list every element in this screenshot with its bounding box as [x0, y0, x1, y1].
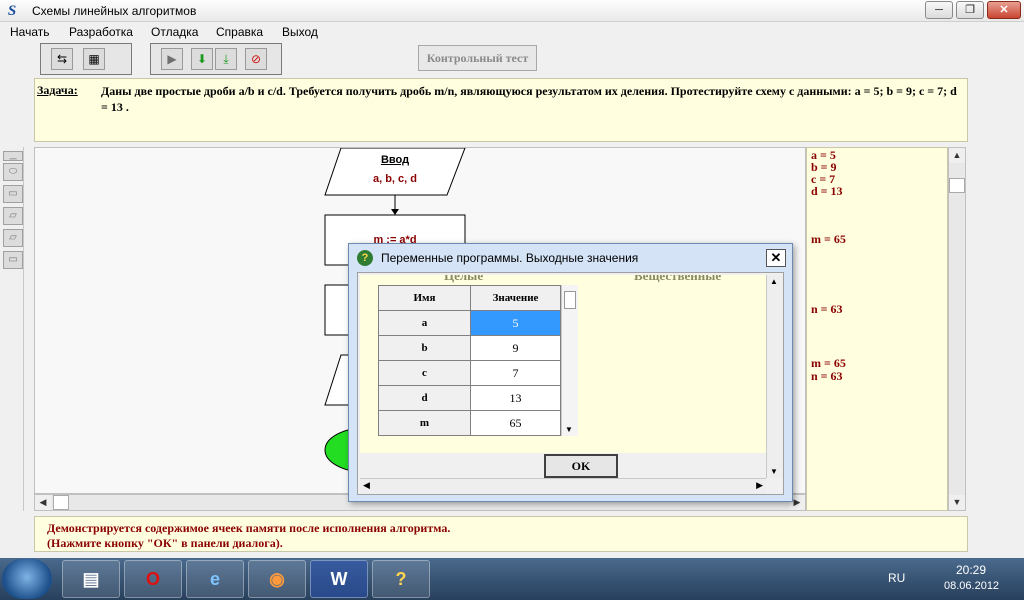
explorer-icon[interactable]: ▤ [62, 560, 120, 598]
stop-icon[interactable]: ⊘ [245, 48, 267, 70]
dialog-horizontal-scrollbar[interactable]: ◀ ▶ [360, 478, 766, 494]
task-label: Задача: [37, 83, 78, 97]
table-header-row: Имя Значение [378, 285, 561, 311]
trace-m: m = 65 [811, 232, 846, 246]
row-name: b [378, 335, 471, 361]
edit-properties-icon[interactable]: ⇆ [51, 48, 73, 70]
scroll-down-icon[interactable]: ▼ [949, 495, 965, 510]
clock-date[interactable]: 08.06.2012 [944, 580, 999, 592]
table-row[interactable]: d 13 [378, 385, 561, 411]
edit-tool-group: ⇆ ▦ [40, 43, 132, 75]
scroll-thumb-v[interactable] [949, 178, 965, 193]
palette-process-icon[interactable]: ▭ [3, 185, 23, 203]
memory-trace-panel: a = 5 b = 9 c = 7 d = 13 m = 65 n = 63 m… [806, 147, 948, 511]
dialog-scroll-left-icon[interactable]: ◀ [363, 480, 370, 491]
step-over-icon[interactable]: ⤓ [215, 48, 237, 70]
palette-input-icon[interactable]: ▱ [3, 207, 23, 225]
status-line-1: Демонстрируется содержимое ячеек памяти … [47, 521, 451, 535]
scroll-up-icon[interactable]: ▲ [949, 148, 965, 163]
menu-item-exit[interactable]: Выход [282, 25, 318, 39]
variables-table: Имя Значение a 5 b 9 c 7 d 13 m 65 [378, 285, 561, 436]
window-title: Схемы линейных алгоритмов [32, 4, 197, 18]
palette-terminal-icon[interactable]: ⬭ [3, 163, 23, 181]
app-icon: S [7, 3, 17, 19]
row-name: a [378, 310, 471, 336]
row-value[interactable]: 65 [470, 410, 561, 436]
variables-dialog: ? Переменные программы. Выходные значени… [348, 243, 793, 502]
control-test-button[interactable]: Контрольный тест [418, 45, 537, 71]
column-header-value: Значение [470, 285, 561, 311]
dialog-title-bar: ? Переменные программы. Выходные значени… [349, 244, 792, 272]
task-panel: Задача: Даны две простые дроби a/b и c/d… [34, 78, 968, 142]
dialog-scroll-up-icon[interactable]: ▲ [770, 277, 778, 286]
task-text: Даны две простые дроби a/b и c/d. Требуе… [101, 84, 957, 114]
menu-item-develop[interactable]: Разработка [69, 25, 133, 39]
delete-icon[interactable]: ▦ [83, 48, 105, 70]
close-button[interactable]: ✕ [987, 1, 1021, 19]
menu-bar: Начать Разработка Отладка Справка Выход [0, 23, 1024, 41]
language-indicator[interactable]: RU [888, 571, 905, 585]
group-integers-label: Целые [444, 275, 484, 283]
title-bar: S Схемы линейных алгоритмов ─ ❐ ✕ [0, 0, 1024, 22]
step-into-icon[interactable]: ⬇ [191, 48, 213, 70]
row-value[interactable]: 9 [470, 335, 561, 361]
palette-end-icon[interactable]: ▭ [3, 251, 23, 269]
row-value[interactable]: 5 [470, 310, 561, 336]
row-value[interactable]: 7 [470, 360, 561, 386]
dialog-close-button[interactable]: ✕ [766, 249, 786, 267]
dialog-scroll-down-icon[interactable]: ▼ [770, 467, 778, 476]
row-name: c [378, 360, 471, 386]
status-line-2: (Нажмите кнопку "ОК" в панели диалога). [47, 536, 283, 550]
start-button[interactable] [2, 559, 52, 599]
dialog-vertical-scrollbar[interactable]: ▲ ▼ [766, 275, 783, 478]
trace-n-final: n = 63 [811, 369, 843, 383]
ok-button[interactable]: OK [544, 454, 618, 478]
table-row[interactable]: m 65 [378, 410, 561, 436]
table-scroll-down-icon[interactable]: ▼ [565, 425, 573, 434]
menu-item-start[interactable]: Начать [10, 25, 50, 39]
firefox-icon[interactable]: ◉ [248, 560, 306, 598]
table-scroll-thumb[interactable] [564, 291, 576, 309]
table-row[interactable]: c 7 [378, 360, 561, 386]
shape-palette: ─ ⬭ ▭ ▱ ▱ ▭ [0, 147, 24, 511]
internet-explorer-icon[interactable]: e [186, 560, 244, 598]
dialog-title: Переменные программы. Выходные значения [381, 251, 639, 265]
minimize-button[interactable]: ─ [925, 1, 953, 19]
scroll-thumb[interactable] [53, 495, 69, 510]
word-icon[interactable]: W [310, 560, 368, 598]
menu-item-help[interactable]: Справка [216, 25, 263, 39]
dialog-scroll-right-icon[interactable]: ▶ [756, 480, 763, 491]
input-vars: a, b, c, d [372, 173, 417, 185]
row-value[interactable]: 13 [470, 385, 561, 411]
dialog-content: Целые Вещественные Имя Значение a 5 b 9 [360, 275, 766, 453]
trace-vertical-scrollbar[interactable]: ▲ ▼ [948, 147, 966, 511]
trace-n: n = 63 [811, 302, 843, 316]
table-scrollbar[interactable]: ▼ [561, 285, 578, 436]
palette-line-icon[interactable]: ─ [3, 151, 23, 165]
debug-tool-group: ▶ ⬇ ⤓ ⊘ [150, 43, 282, 75]
maximize-button[interactable]: ❐ [956, 1, 984, 19]
palette-output-icon[interactable]: ▱ [3, 229, 23, 247]
opera-icon[interactable]: O [124, 560, 182, 598]
status-panel: Демонстрируется содержимое ячеек памяти … [34, 516, 968, 552]
menu-item-debug[interactable]: Отладка [151, 25, 198, 39]
row-name: d [378, 385, 471, 411]
run-icon[interactable]: ▶ [161, 48, 183, 70]
taskbar: ▤ O e ◉ W ? RU 20:29 08.06.2012 [0, 558, 1024, 600]
group-reals-label: Вещественные [634, 275, 722, 283]
table-row[interactable]: a 5 [378, 310, 561, 336]
trace-d: d = 13 [811, 184, 843, 198]
clock-time[interactable]: 20:29 [956, 563, 986, 577]
scroll-left-icon[interactable]: ◀ [35, 495, 51, 510]
row-name: m [378, 410, 471, 436]
dialog-app-icon: ? [357, 250, 373, 266]
flow-arrow-head [391, 209, 399, 215]
algorithm-app-icon[interactable]: ? [372, 560, 430, 598]
column-header-name: Имя [378, 285, 471, 311]
table-row[interactable]: b 9 [378, 335, 561, 361]
input-title: Ввод [380, 154, 410, 166]
dialog-body: Целые Вещественные Имя Значение a 5 b 9 [357, 272, 784, 495]
